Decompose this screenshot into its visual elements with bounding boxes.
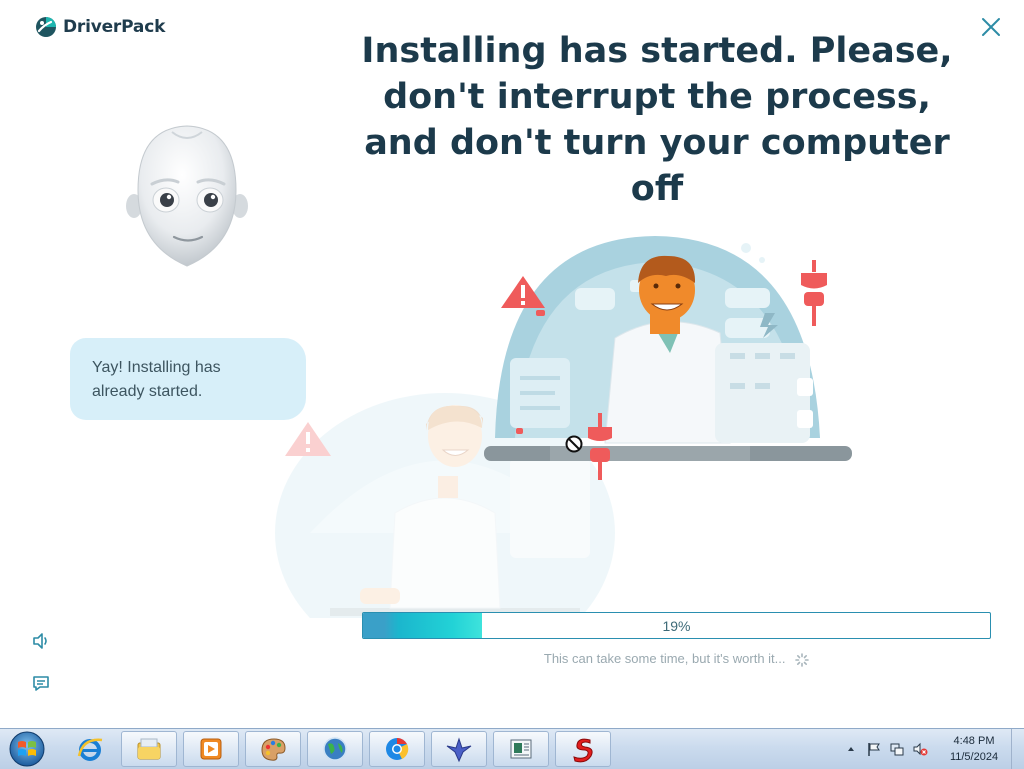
bubble-line-1: Yay! Installing has <box>92 359 221 376</box>
document-viewer-icon <box>510 739 532 759</box>
taskbar-chrome-like-app[interactable] <box>369 731 425 767</box>
driverpack-logo-icon <box>36 17 56 37</box>
chrome-like-icon <box>386 737 409 760</box>
sound-icon[interactable] <box>31 631 51 651</box>
installing-illustration <box>275 236 852 618</box>
progress-note: This can take some time, but it's worth … <box>362 651 991 667</box>
taskbar-clock[interactable]: 4:48 PM 11/5/2024 <box>944 733 1004 765</box>
robot-avatar <box>126 125 248 267</box>
spinner-icon <box>795 652 809 667</box>
clock-time: 4:48 PM <box>953 735 995 747</box>
volume-muted-icon[interactable] <box>912 741 928 757</box>
taskbar-media-player[interactable] <box>183 731 239 767</box>
progress-percent: 19% <box>662 618 691 634</box>
close-icon[interactable] <box>978 14 1004 40</box>
progress-note-text: This can take some time, but it's worth … <box>543 651 786 666</box>
taskbar-internet-explorer[interactable] <box>62 731 118 767</box>
brand-name: DriverPack <box>63 17 166 37</box>
taskbar-document-viewer[interactable] <box>493 731 549 767</box>
taskbar-paint[interactable] <box>245 731 301 767</box>
chat-icon[interactable] <box>31 673 51 693</box>
action-center-flag-icon[interactable] <box>866 741 882 757</box>
clock-date: 11/5/2024 <box>949 751 999 763</box>
windows-taskbar: 4:48 PM 11/5/2024 <box>0 728 1024 769</box>
bubble-line-2: already started. <box>92 383 203 400</box>
system-tray <box>843 729 928 769</box>
red-s-app-icon <box>573 738 593 763</box>
file-explorer-icon <box>137 738 161 760</box>
page-title: Installing has started. Please, don't in… <box>361 31 953 209</box>
bird-app-icon <box>446 737 472 763</box>
start-orb-icon[interactable] <box>3 730 51 768</box>
show-hidden-icons-icon[interactable] <box>843 741 859 757</box>
taskbar-network-globe[interactable] <box>307 731 363 767</box>
internet-explorer-icon <box>77 738 103 761</box>
network-icon[interactable] <box>889 741 905 757</box>
no-entry-cursor-icon <box>565 435 583 453</box>
paint-icon <box>261 738 286 761</box>
red-plug-right <box>801 260 827 326</box>
taskbar-file-explorer[interactable] <box>121 731 177 767</box>
network-globe-icon <box>323 737 347 761</box>
taskbar-bird-app[interactable] <box>431 731 487 767</box>
install-progress-bar: 19% <box>362 612 991 639</box>
media-player-icon <box>200 738 222 760</box>
driverpack-window: DriverPack Installing has started. Pleas… <box>0 0 1024 728</box>
brand-logo: DriverPack <box>35 16 165 38</box>
taskbar-red-s-app[interactable] <box>555 731 611 767</box>
show-desktop-button[interactable] <box>1011 729 1024 769</box>
